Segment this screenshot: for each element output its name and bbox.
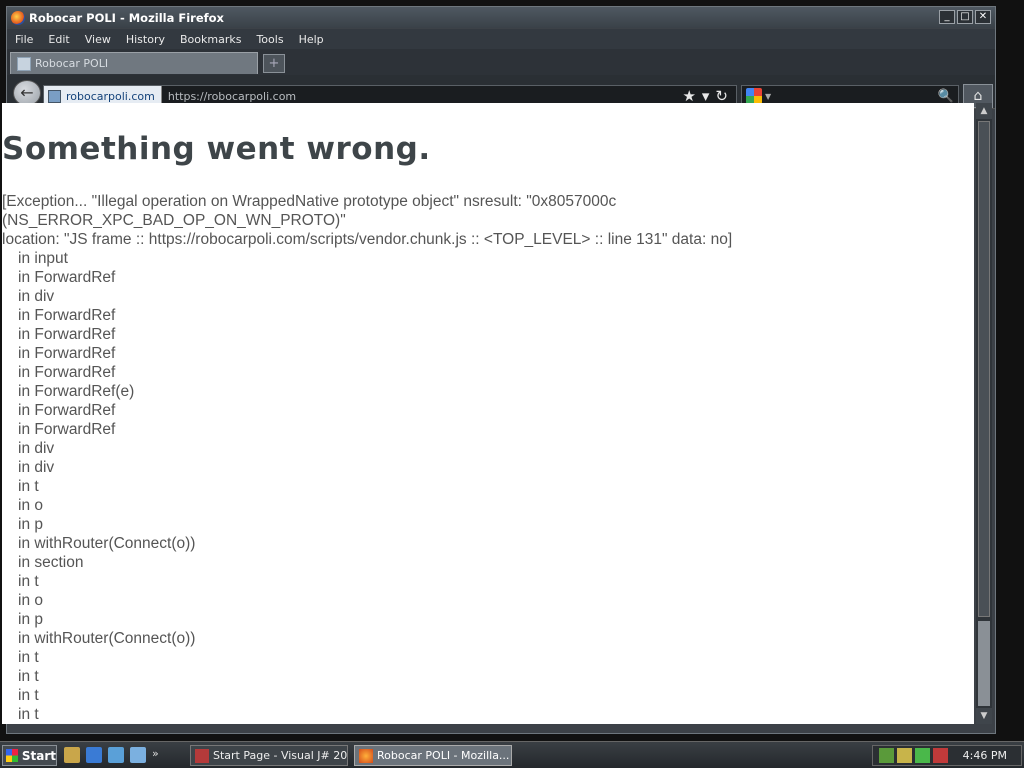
start-button[interactable]: Start — [2, 745, 57, 766]
stack-line: in t — [18, 478, 39, 495]
stack-line: in p — [18, 611, 43, 628]
tray-network-icon[interactable] — [879, 748, 894, 763]
start-label: Start — [21, 748, 56, 763]
stack-line: in input — [18, 250, 68, 267]
stack-line: in section — [18, 554, 84, 571]
tray-app-icon[interactable] — [933, 748, 948, 763]
quick-launch-more-icon[interactable]: » — [152, 747, 159, 763]
error-heading: Something went wrong. — [2, 131, 431, 167]
stack-line: in t — [18, 706, 39, 723]
stack-line: in ForwardRef — [18, 421, 116, 438]
firefox-icon — [359, 748, 373, 763]
menu-history[interactable]: History — [126, 33, 165, 46]
search-computer-icon[interactable] — [130, 747, 146, 763]
stack-line: in ForwardRef — [18, 345, 116, 362]
component-stack: in input in ForwardRef in div in ForwardRef… — [18, 249, 195, 724]
stack-line: in div — [18, 440, 55, 457]
close-button[interactable]: ✕ — [975, 10, 991, 24]
windows-logo-icon — [6, 749, 18, 762]
stack-line: in t — [18, 649, 39, 666]
stack-line: in ForwardRef(e) — [18, 383, 135, 400]
system-tray: 4:46 PM — [872, 745, 1022, 766]
google-search-engine-icon[interactable] — [746, 88, 762, 104]
taskbar-item-label: Start Page - Visual J# 20... — [213, 749, 348, 762]
window-controls: _ □ ✕ — [939, 10, 991, 24]
scrollbar-track[interactable] — [978, 121, 990, 617]
outlook-express-icon[interactable] — [108, 747, 124, 763]
stack-line: in div — [18, 459, 55, 476]
exception-line-1: [Exception... "Illegal operation on Wrap… — [2, 193, 617, 229]
stack-line: in ForwardRef — [18, 326, 116, 343]
internet-explorer-icon[interactable] — [86, 747, 102, 763]
menu-edit[interactable]: Edit — [48, 33, 69, 46]
stack-line: in o — [18, 497, 43, 514]
menu-bookmarks[interactable]: Bookmarks — [180, 33, 241, 46]
firefox-icon — [11, 10, 25, 25]
menu-tools[interactable]: Tools — [256, 33, 283, 46]
scrollbar-thumb[interactable] — [978, 621, 990, 706]
menu-view[interactable]: View — [85, 33, 111, 46]
exception-line-2: location: "JS frame :: https://robocarpo… — [2, 231, 733, 248]
clock[interactable]: 4:46 PM — [963, 749, 1007, 762]
search-go-icon[interactable]: 🔍 — [938, 89, 954, 104]
stack-line: in ForwardRef — [18, 364, 116, 381]
stack-line: in t — [18, 573, 39, 590]
taskbar-item-visual-jsharp[interactable]: Start Page - Visual J# 20... — [190, 745, 348, 766]
stack-line: in p — [18, 516, 43, 533]
maximize-button[interactable]: □ — [957, 10, 973, 24]
menu-bar: File Edit View History Bookmarks Tools H… — [7, 29, 995, 49]
stack-line: in o — [18, 592, 43, 609]
page-content: Something went wrong. [Exception... "Ill… — [2, 103, 974, 724]
stack-line: in ForwardRef — [18, 269, 116, 286]
scroll-up-icon[interactable]: ▲ — [976, 103, 992, 119]
new-tab-button[interactable]: + — [263, 54, 285, 73]
search-engine-dropdown-icon[interactable]: ▼ — [765, 92, 771, 101]
visual-studio-icon — [195, 748, 209, 763]
window-title: Robocar POLI - Mozilla Firefox — [29, 10, 224, 25]
title-bar[interactable]: Robocar POLI - Mozilla Firefox _ □ ✕ — [7, 7, 995, 28]
url-text[interactable]: https://robocarpoli.com — [162, 90, 683, 103]
stack-line: in withRouter(Connect(o)) — [18, 535, 196, 552]
minimize-button[interactable]: _ — [939, 10, 955, 24]
taskbar-item-label: Robocar POLI - Mozilla... — [377, 749, 510, 762]
tray-tools-icon[interactable] — [915, 748, 930, 763]
site-favicon-icon — [17, 56, 31, 71]
site-identity-icon — [48, 89, 61, 103]
scroll-down-icon[interactable]: ▼ — [976, 708, 992, 724]
stack-line: in ForwardRef — [18, 402, 116, 419]
vertical-scrollbar[interactable]: ▲ ▼ — [976, 103, 992, 724]
site-identity-label: robocarpoli.com — [66, 89, 155, 103]
stack-line: in div — [18, 288, 55, 305]
quick-launch: » — [64, 747, 159, 763]
tray-disk-icon[interactable] — [897, 748, 912, 763]
stack-line: in withRouter(Connect(o)) — [18, 630, 196, 647]
tab-robocar-poli[interactable]: Robocar POLI — [10, 52, 258, 74]
stack-line: in t — [18, 687, 39, 704]
stack-line: in t — [18, 668, 39, 685]
menu-help[interactable]: Help — [299, 33, 324, 46]
stack-line: in ForwardRef — [18, 307, 116, 324]
taskbar: Start » Start Page - Visual J# 20... Rob… — [0, 741, 1024, 768]
tab-label: Robocar POLI — [35, 57, 109, 70]
menu-file[interactable]: File — [15, 33, 33, 46]
taskbar-item-firefox[interactable]: Robocar POLI - Mozilla... — [354, 745, 512, 766]
show-desktop-icon[interactable] — [64, 747, 80, 763]
tab-bar: Robocar POLI + — [7, 49, 995, 75]
exception-message: [Exception... "Illegal operation on Wrap… — [2, 192, 962, 249]
